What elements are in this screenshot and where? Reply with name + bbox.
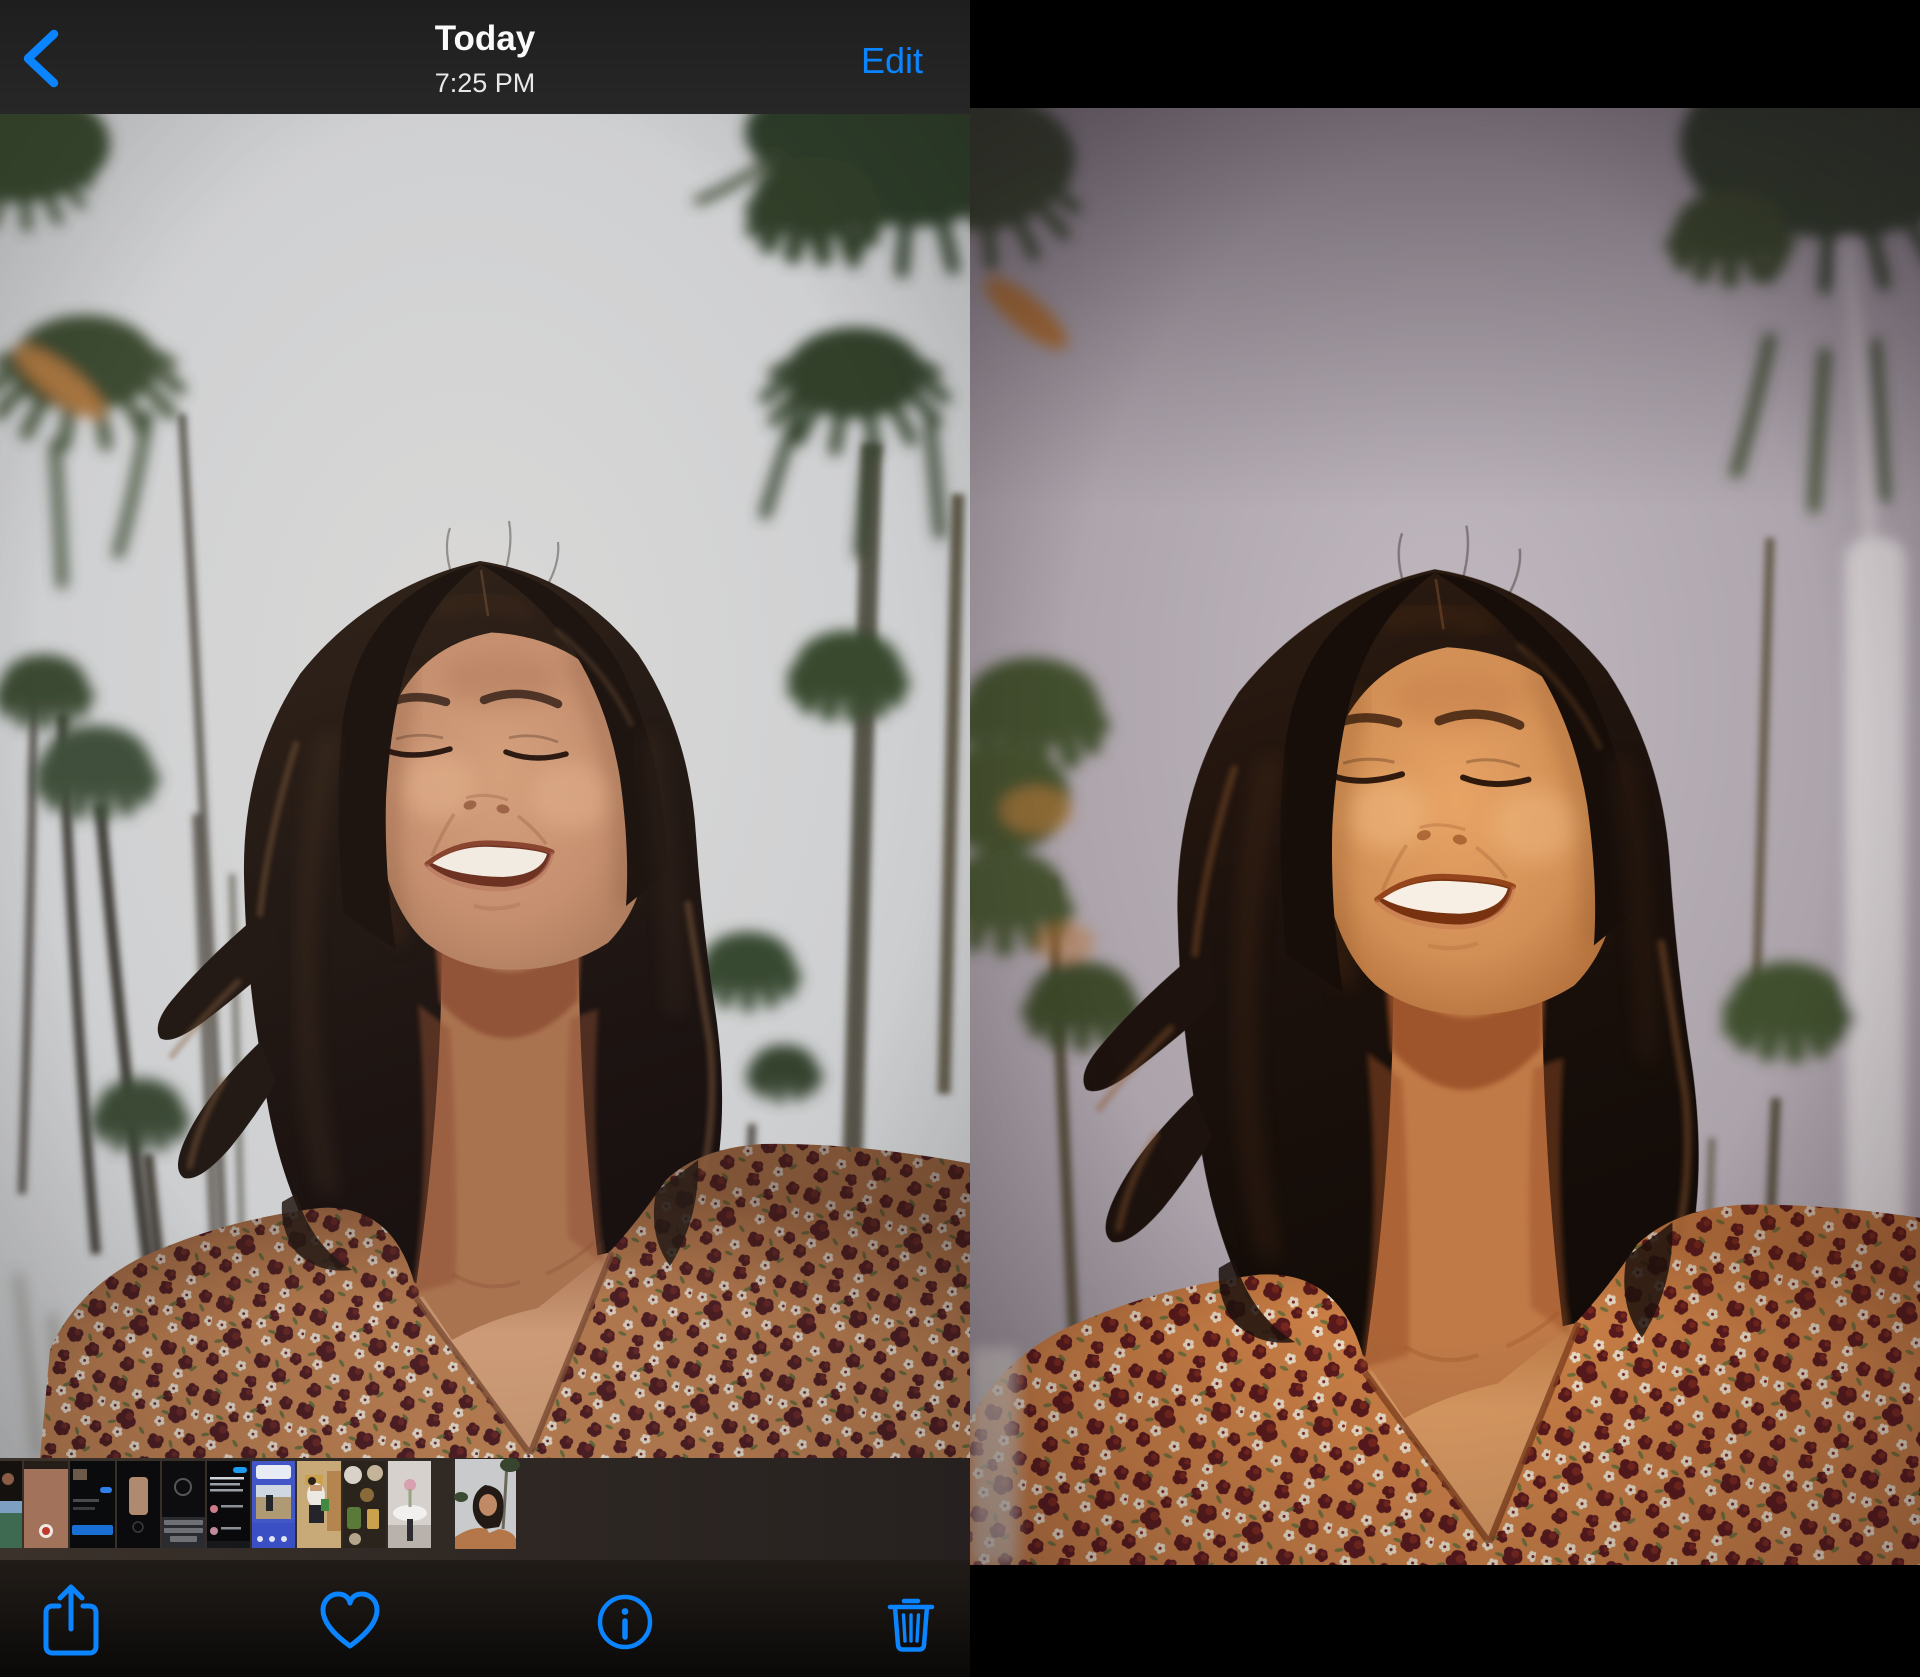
svg-text:7:25 PM: 7:25 PM <box>435 68 536 98</box>
svg-text:Today: Today <box>435 19 536 58</box>
svg-text:Edit: Edit <box>861 40 923 81</box>
